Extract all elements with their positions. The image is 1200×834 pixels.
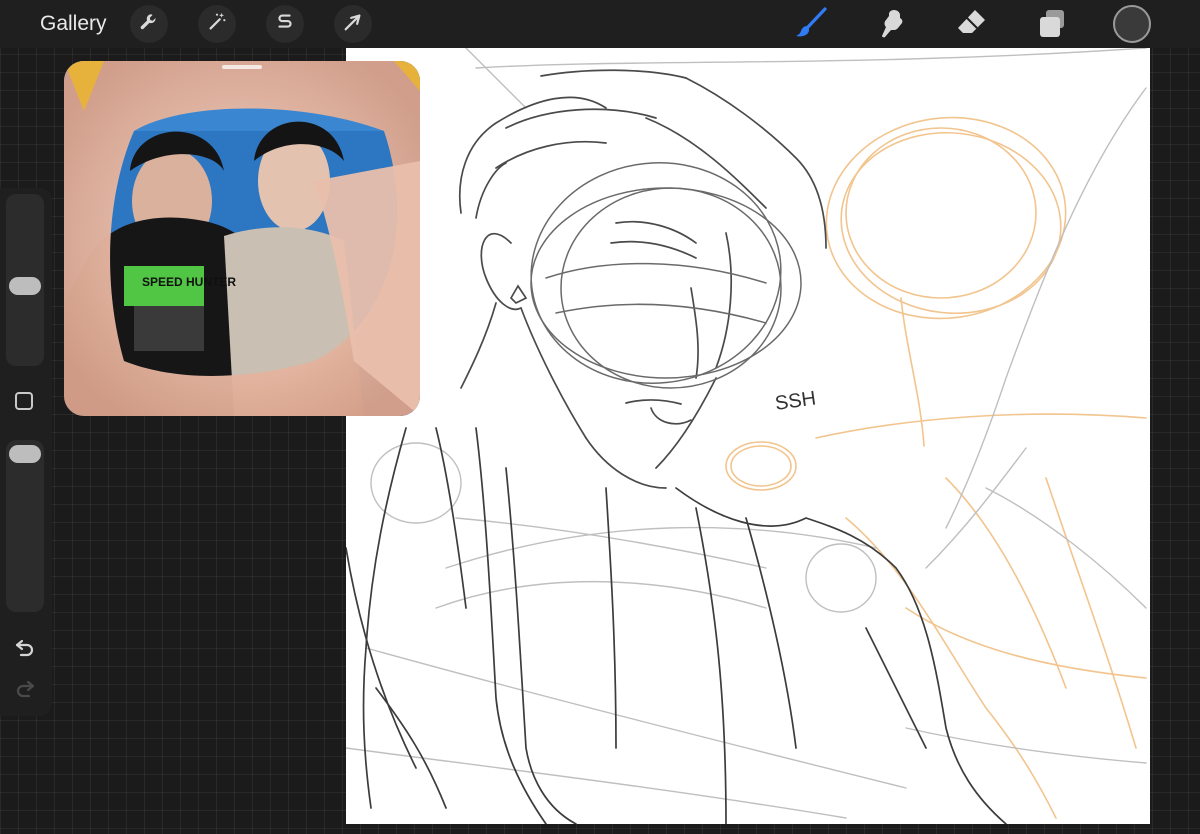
shirt-print-text: SPEED HUNTER bbox=[142, 275, 236, 289]
color-picker-button[interactable] bbox=[1113, 5, 1151, 43]
sketch-initials: SSH bbox=[774, 387, 818, 415]
reference-drag-handle[interactable] bbox=[222, 65, 262, 69]
layers-icon bbox=[1035, 6, 1069, 45]
selection-s-icon bbox=[274, 11, 296, 38]
eraser-icon bbox=[954, 5, 990, 46]
sketch-drawing: SSH bbox=[346, 48, 1147, 824]
redo-icon bbox=[13, 680, 37, 704]
arrow-cursor-icon bbox=[342, 11, 364, 38]
actions-wrench-button[interactable] bbox=[130, 5, 168, 43]
modify-button[interactable] bbox=[15, 392, 33, 410]
magic-wand-icon bbox=[206, 11, 228, 38]
layers-button[interactable] bbox=[1032, 5, 1072, 45]
brush-size-thumb[interactable] bbox=[9, 277, 41, 295]
opacity-slider[interactable] bbox=[6, 440, 44, 612]
redo-button[interactable] bbox=[13, 676, 37, 705]
wrench-icon bbox=[138, 11, 160, 38]
drawing-canvas[interactable]: SSH bbox=[346, 48, 1150, 824]
reference-window[interactable]: SPEED HUNTER bbox=[64, 61, 420, 416]
selection-button[interactable] bbox=[266, 5, 304, 43]
gallery-button[interactable]: Gallery bbox=[40, 12, 107, 36]
brush-icon bbox=[794, 5, 830, 46]
undo-button[interactable] bbox=[13, 635, 37, 664]
undo-icon bbox=[13, 639, 37, 663]
smudge-tool-button[interactable] bbox=[872, 5, 912, 45]
top-toolbar: Gallery bbox=[0, 0, 1200, 48]
smudge-icon bbox=[875, 6, 909, 45]
left-sidebar bbox=[0, 188, 52, 716]
eraser-tool-button[interactable] bbox=[952, 5, 992, 45]
reference-photo: SPEED HUNTER bbox=[64, 61, 420, 416]
adjustments-wand-button[interactable] bbox=[198, 5, 236, 43]
brush-size-slider[interactable] bbox=[6, 194, 44, 366]
transform-button[interactable] bbox=[334, 5, 372, 43]
opacity-thumb[interactable] bbox=[9, 445, 41, 463]
brush-tool-button[interactable] bbox=[792, 5, 832, 45]
